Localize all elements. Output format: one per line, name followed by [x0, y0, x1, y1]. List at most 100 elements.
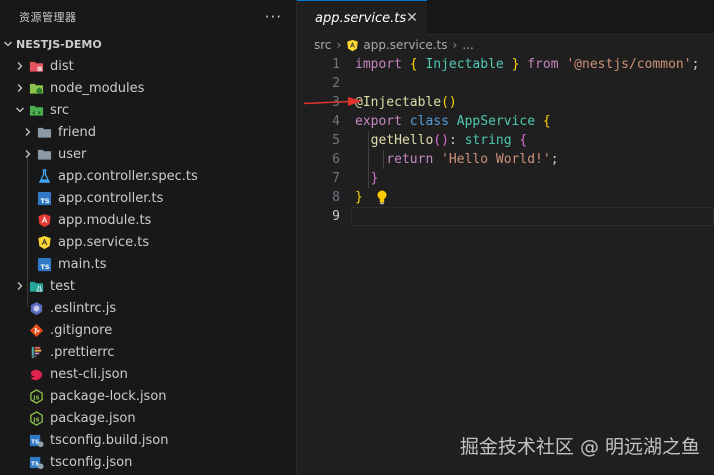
tree-item-label: node_modules	[50, 80, 145, 96]
code-token: from	[527, 57, 559, 72]
code-line-4: 4 export class AppService {	[297, 112, 714, 131]
tree-item-app-module[interactable]: app.module.ts	[0, 209, 296, 231]
tree-item-app-controller[interactable]: TS app.controller.ts	[0, 187, 296, 209]
code-token: Injectable	[425, 57, 504, 72]
code-token: }	[355, 190, 363, 205]
tree-item-friend[interactable]: friend	[0, 121, 296, 143]
code-token: ()	[433, 133, 449, 148]
code-line-9: 9	[297, 207, 714, 226]
line-number: 8	[332, 190, 340, 205]
tree-item-main[interactable]: TS main.ts	[0, 253, 296, 275]
line-number: 6	[332, 152, 340, 167]
code-token: ;	[550, 152, 559, 167]
chevron-right-icon	[12, 55, 28, 77]
tree-item-label: app.module.ts	[58, 212, 152, 228]
svg-text:TS: TS	[31, 461, 39, 467]
tree-item-tsconfig-build[interactable]: TS tsconfig.build.json	[0, 429, 296, 451]
tree-item-label: .prettierrc	[50, 344, 115, 360]
git-icon	[28, 319, 44, 341]
breadcrumb-symbols[interactable]: ...	[462, 38, 473, 52]
code-token: 'Hello World!'	[441, 152, 551, 167]
tree-item-test[interactable]: test	[0, 275, 296, 297]
tree-item-label: .gitignore	[50, 322, 113, 338]
code-token: ;	[691, 57, 700, 72]
svg-text:TS: TS	[31, 439, 39, 445]
tree-item-dist[interactable]: dist	[0, 55, 296, 77]
angular-service-icon	[347, 39, 359, 51]
tree-item-gitignore[interactable]: .gitignore	[0, 319, 296, 341]
tree-item-prettierrc[interactable]: .prettierrc	[0, 341, 296, 363]
tree-item-app-controller-spec[interactable]: app.controller.spec.ts	[0, 165, 296, 187]
code-token: }	[370, 171, 379, 186]
angular-service-icon	[36, 231, 52, 253]
tree-item-label: app.controller.ts	[58, 190, 164, 206]
code-line-1: 1 import { Injectable } from '@nestjs/co…	[297, 55, 714, 74]
test-flask-icon	[36, 165, 52, 187]
line-number: 9	[332, 209, 340, 224]
line-number: 2	[332, 76, 340, 91]
chevron-right-icon	[20, 143, 36, 165]
code-line-5: 5 getHello(): string {	[297, 131, 714, 150]
code-token: string	[464, 133, 512, 148]
tree-item-tsconfig[interactable]: TS tsconfig.json	[0, 451, 296, 473]
typescript-icon: TS	[36, 253, 52, 275]
tab-app-service[interactable]: app.service.ts ✕	[297, 0, 427, 35]
breadcrumb-file[interactable]: app.service.ts	[363, 38, 447, 52]
tree-item-label: package.json	[50, 410, 136, 426]
code-token: class	[409, 114, 449, 129]
chevron-right-icon	[20, 121, 36, 143]
close-icon[interactable]: ✕	[406, 10, 418, 26]
tree-item-user[interactable]: user	[0, 143, 296, 165]
more-actions-icon[interactable]: ···	[265, 8, 282, 26]
chevron-right-icon: ›	[452, 38, 458, 52]
breadcrumb-folder[interactable]: src	[314, 38, 332, 52]
code-token: ()	[441, 95, 457, 110]
tree-item-label: test	[50, 278, 75, 294]
chevron-down-icon	[0, 33, 16, 55]
tree-item-package-lock[interactable]: JS package-lock.json	[0, 385, 296, 407]
tsconfig-icon: TS	[28, 429, 44, 451]
code-token: import	[355, 57, 402, 72]
breadcrumb: src › app.service.ts › ...	[297, 35, 714, 55]
tree-item-node-modules[interactable]: node_modules	[0, 77, 296, 99]
chevron-down-icon	[12, 99, 28, 121]
folder-icon	[36, 121, 52, 143]
editor-area: app.service.ts ✕ src › app.service.ts › …	[297, 0, 714, 475]
tree-item-label: src	[50, 102, 69, 118]
code-token: {	[519, 133, 528, 148]
explorer-header: 资源管理器 ···	[0, 0, 296, 33]
code-token: {	[542, 114, 551, 129]
tree-item-app-service[interactable]: app.service.ts	[0, 231, 296, 253]
code-token: return	[386, 152, 434, 167]
tree-item-eslintrc[interactable]: .eslintrc.js	[0, 297, 296, 319]
code-line-2: 2	[297, 74, 714, 93]
line-number: 5	[332, 133, 340, 148]
svg-text:TS: TS	[40, 197, 49, 205]
tree-item-nest-cli[interactable]: nest-cli.json	[0, 363, 296, 385]
tree-item-package[interactable]: JS package.json	[0, 407, 296, 429]
tree-item-label: nest-cli.json	[50, 366, 128, 382]
code-line-6: 6 return 'Hello World!';	[297, 150, 714, 169]
chevron-right-icon	[12, 77, 28, 99]
tree-item-label: friend	[58, 124, 97, 140]
line-number: 7	[332, 171, 340, 186]
code-line-7: 7 }	[297, 169, 714, 188]
tree-item-src[interactable]: src	[0, 99, 296, 121]
svg-text:TS: TS	[40, 263, 49, 271]
lightbulb-icon[interactable]	[375, 189, 389, 205]
tree-item-label: app.controller.spec.ts	[58, 168, 198, 184]
tree-root-nestjs-demo[interactable]: NESTJS-DEMO	[0, 33, 296, 55]
test-folder-icon	[28, 275, 44, 297]
svg-text:JS: JS	[32, 395, 39, 401]
annotation-arrow-icon	[304, 97, 362, 106]
line-number: 1	[332, 57, 340, 72]
chevron-right-icon	[12, 275, 28, 297]
src-folder-icon	[28, 99, 44, 121]
tab-label: app.service.ts	[315, 10, 407, 26]
tree-item-label: tsconfig.build.json	[50, 432, 169, 448]
code-line-8: 8 }	[297, 188, 714, 207]
tsconfig-icon: TS	[28, 451, 44, 473]
tree-item-label: dist	[50, 58, 74, 74]
svg-text:JS: JS	[32, 417, 39, 423]
folder-icon	[36, 143, 52, 165]
